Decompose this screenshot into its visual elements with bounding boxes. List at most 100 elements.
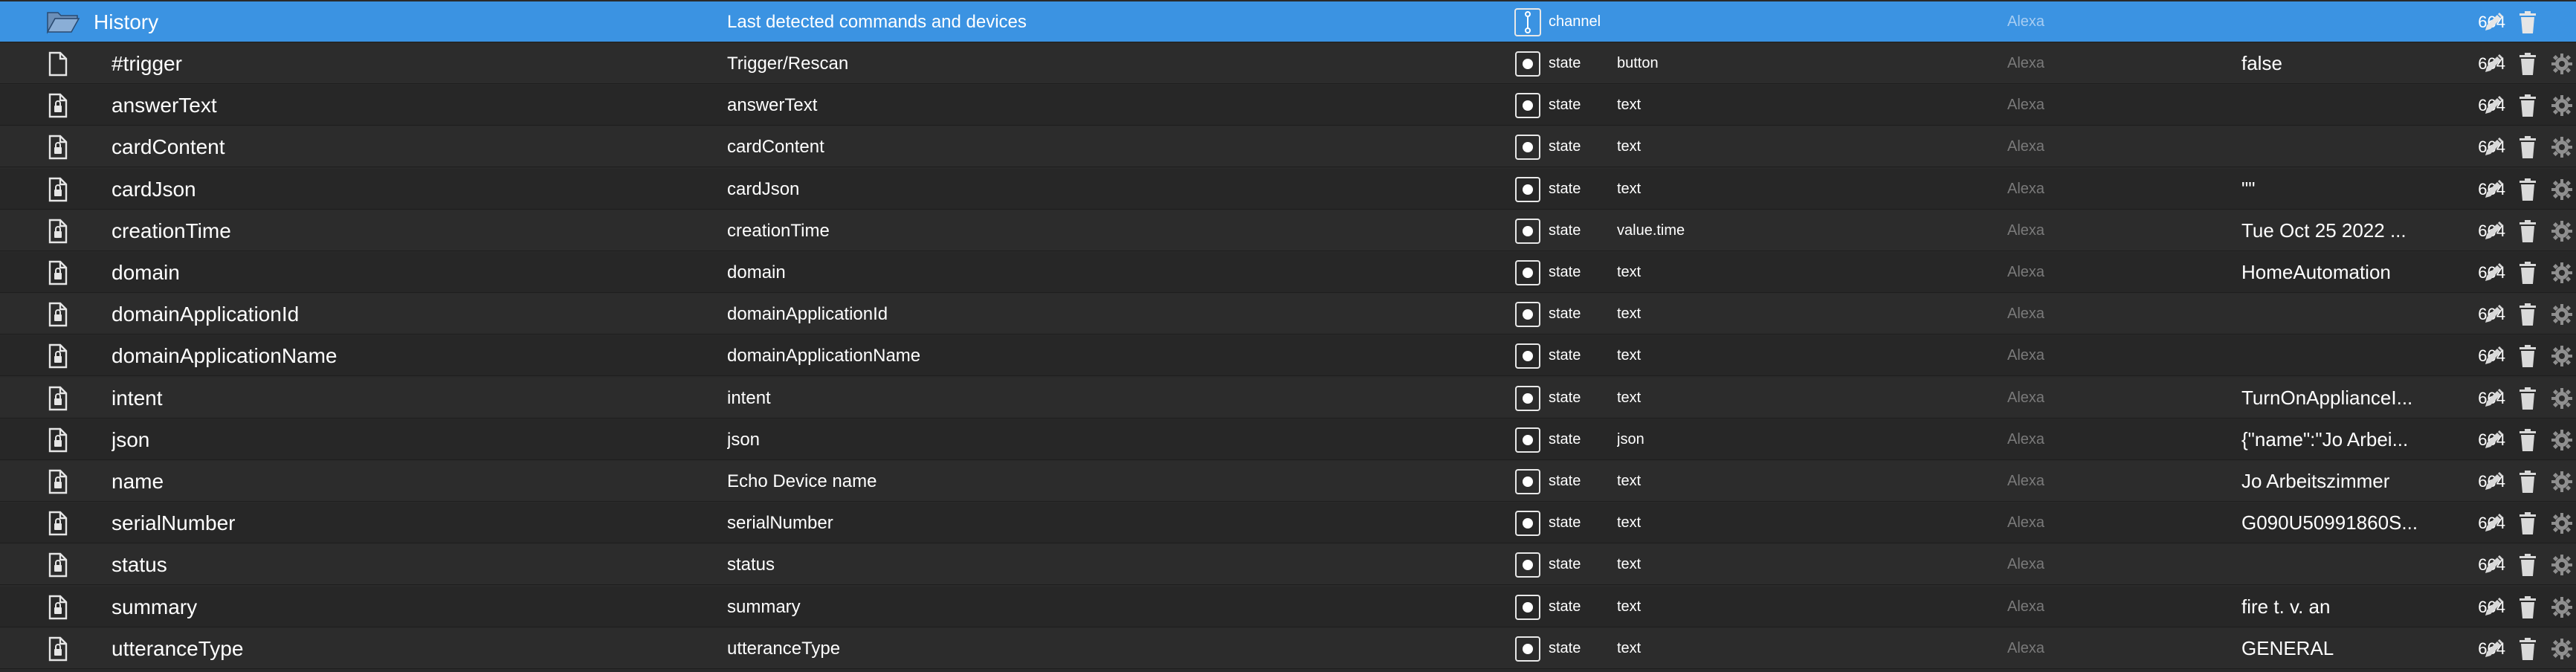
folder-open-icon[interactable] [46,1,80,42]
edit-pencil-icon[interactable] [2480,134,2507,161]
delete-trash-icon[interactable] [2514,636,2541,662]
delete-trash-icon[interactable] [2514,510,2541,537]
edit-pencil-icon[interactable] [2480,427,2507,453]
settings-gear-icon[interactable] [2548,218,2575,245]
settings-gear-icon[interactable] [2548,385,2575,412]
edit-pencil-icon[interactable] [2480,594,2507,621]
row-value[interactable] [2241,294,2431,335]
row-value[interactable]: Tue Oct 25 2022 ... [2241,210,2431,251]
settings-gear-icon[interactable] [2548,301,2575,328]
edit-pencil-icon[interactable] [2480,343,2507,369]
settings-gear-icon[interactable] [2548,92,2575,119]
settings-gear-icon[interactable] [2548,176,2575,203]
tree-row-state[interactable]: serialNumber serialNumber state text Alexa G0… [0,503,2576,543]
row-role: text [1617,598,1642,615]
tree-row-state[interactable]: creationTime creationTime state value.time A… [0,210,2576,251]
settings-gear-icon[interactable] [2548,259,2575,286]
tree-row-state[interactable]: #trigger Trigger/Rescan state button Alexa fa… [0,43,2576,84]
tree-row-state[interactable]: name Echo Device name state text Alexa Jo Arb… [0,461,2576,502]
tree-row-state[interactable]: domainApplicationName domainApplicationNa… [0,335,2576,376]
edit-pencil-icon[interactable] [2480,636,2507,662]
row-type: state [1549,181,1581,197]
settings-gear-icon[interactable] [2548,510,2575,537]
row-id: name [112,470,164,493]
row-type: state [1549,390,1581,406]
delete-trash-icon[interactable] [2514,176,2541,203]
settings-gear-icon[interactable] [2548,552,2575,578]
settings-gear-icon[interactable] [2548,134,2575,161]
tree-row-state[interactable]: cardContentcardContentstatetextAlexa664 [0,126,2576,167]
row-id: intent [112,387,163,410]
edit-pencil-icon[interactable] [2480,385,2507,412]
row-name: intent [727,388,771,408]
delete-trash-icon[interactable] [2514,552,2541,578]
edit-pencil-icon[interactable] [2480,301,2507,328]
state-type-icon [1513,85,1543,126]
delete-trash-icon[interactable] [2514,594,2541,621]
row-value[interactable]: GENERAL [2241,628,2431,669]
settings-gear-icon[interactable] [2548,468,2575,495]
file-lock-icon [45,544,71,585]
edit-pencil-icon[interactable] [2480,218,2507,245]
delete-trash-icon[interactable] [2514,9,2541,36]
edit-pencil-icon[interactable] [2480,468,2507,495]
row-name: domainApplicationName [727,346,921,366]
row-value[interactable] [2241,335,2431,376]
row-name: utteranceType [727,639,841,659]
row-name: answerText [727,95,818,115]
row-value[interactable]: false [2241,43,2431,84]
tree-row-state[interactable]: json json state json Alexa {"name":"Jo Arbei.… [0,419,2576,460]
row-value[interactable] [2241,85,2431,126]
delete-trash-icon[interactable] [2514,51,2541,77]
row-id: domainApplicationId [112,303,300,326]
row-value[interactable] [2241,544,2431,585]
tree-row-channel[interactable]: History Last detected commands and devic… [0,1,2576,42]
delete-trash-icon[interactable] [2514,343,2541,369]
row-id: domainApplicationName [112,344,338,367]
delete-trash-icon[interactable] [2514,427,2541,453]
row-value[interactable]: fire t. v. an [2241,587,2431,627]
edit-pencil-icon[interactable] [2480,552,2507,578]
edit-pencil-icon[interactable] [2480,510,2507,537]
edit-pencil-icon[interactable] [2480,259,2507,286]
tree-row-state[interactable]: summary summary state text Alexa fire t. v. a… [0,587,2576,627]
settings-gear-icon[interactable] [2548,51,2575,77]
row-room: Alexa [2007,306,2045,322]
row-actions [2480,252,2576,293]
delete-trash-icon[interactable] [2514,468,2541,495]
tree-row-state[interactable]: cardJsoncardJsonstatetextAlexa""664 [0,169,2576,210]
edit-pencil-icon[interactable] [2480,176,2507,203]
file-icon [45,43,71,84]
row-room: Alexa [2007,473,2045,489]
delete-trash-icon[interactable] [2514,218,2541,245]
delete-trash-icon[interactable] [2514,92,2541,119]
row-actions [2480,587,2576,627]
settings-gear-icon[interactable] [2548,343,2575,369]
edit-pencil-icon[interactable] [2480,92,2507,119]
row-value[interactable]: G090U50991860S... [2241,503,2431,543]
row-type: state [1549,97,1581,113]
tree-row-state[interactable]: intent intent state text Alexa TurnOnApplianc… [0,378,2576,419]
file-lock-icon [45,503,71,543]
tree-row-state[interactable]: domain domain state text Alexa HomeAutomation… [0,252,2576,293]
edit-pencil-icon[interactable] [2480,9,2507,36]
settings-gear-icon[interactable] [2548,636,2575,662]
state-type-icon [1513,43,1543,84]
settings-gear-icon[interactable] [2548,594,2575,621]
row-value[interactable]: TurnOnApplianceI... [2241,378,2431,419]
delete-trash-icon[interactable] [2514,134,2541,161]
row-value[interactable]: "" [2241,169,2431,210]
delete-trash-icon[interactable] [2514,385,2541,412]
tree-row-state[interactable]: answerTextanswerTextstatetextAlexa664 [0,85,2576,126]
tree-row-state[interactable]: statusstatusstatetextAlexa664 [0,544,2576,585]
delete-trash-icon[interactable] [2514,259,2541,286]
row-value[interactable]: {"name":"Jo Arbei... [2241,419,2431,460]
tree-row-state[interactable]: utteranceType utteranceType state text Alexa… [0,628,2576,669]
row-value[interactable] [2241,126,2431,167]
settings-gear-icon[interactable] [2548,427,2575,453]
row-value[interactable]: Jo Arbeitszimmer [2241,461,2431,502]
delete-trash-icon[interactable] [2514,301,2541,328]
edit-pencil-icon[interactable] [2480,51,2507,77]
row-value[interactable]: HomeAutomation [2241,252,2431,293]
tree-row-state[interactable]: domainApplicationId domainApplicationId st… [0,294,2576,335]
